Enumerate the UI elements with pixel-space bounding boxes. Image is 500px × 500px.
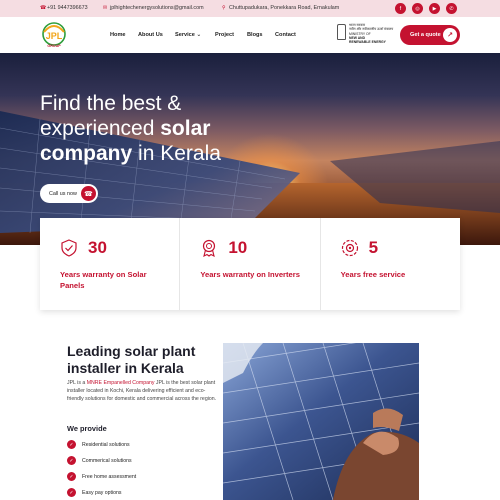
hero-banner: Find the best & experienced solar compan…: [0, 53, 500, 245]
stat-label: Years free service: [340, 270, 406, 279]
stats-cards: 30 Years warranty on Solar Panels 10 Yea…: [40, 218, 460, 310]
email-contact[interactable]: ✉ jplhightechenergysolutions@gmail.com: [103, 5, 204, 11]
mnre-link[interactable]: MNRE: [87, 380, 102, 386]
check-icon: ✓: [67, 456, 76, 465]
provide-item-label: Easy pay options: [82, 489, 122, 496]
phone-icon: ☎: [81, 186, 96, 201]
nav-service[interactable]: Service ⌄: [175, 32, 201, 38]
quote-label: Get a quote: [410, 32, 441, 38]
hero-line-3a: company: [40, 142, 133, 165]
service-gear-icon: [341, 239, 358, 257]
stat-number: 5: [368, 238, 379, 257]
instagram-icon[interactable]: ◎: [412, 3, 423, 14]
top-contact-bar: ☎ +91 9447396673 ✉ jplhightechenergysolu…: [0, 0, 500, 17]
location-icon: ⚲: [222, 5, 226, 11]
whatsapp-icon[interactable]: ✆: [446, 3, 457, 14]
nav-blogs[interactable]: Blogs: [247, 32, 263, 38]
stat-card-service: 5 Years free service: [321, 218, 460, 310]
site-header: JPL GROUP Home About Us Service ⌄ Projec…: [0, 17, 500, 53]
we-provide-heading: We provide: [67, 424, 107, 433]
shield-warranty-icon: [61, 239, 77, 257]
provide-item-label: Commerical solutions: [82, 457, 132, 464]
check-icon: ✓: [67, 488, 76, 497]
medal-icon: [203, 239, 216, 257]
email-address[interactable]: jplhightechenergysolutions@gmail.com: [110, 5, 204, 11]
provide-item: ✓ Commerical solutions: [67, 456, 132, 465]
phone-number[interactable]: +91 9447396673: [47, 5, 88, 11]
about-heading: Leading solar plant installer in Kerala: [67, 343, 196, 376]
nav-about-us[interactable]: About Us: [138, 32, 163, 38]
hero-line-2b: solar: [160, 117, 211, 140]
provide-item-label: Residential solutions: [82, 441, 130, 448]
gov-line-5: RENEWABLE ENERGY: [349, 40, 386, 44]
empanelled-link[interactable]: Empanelled Company: [103, 380, 154, 386]
about-paragraph: JPL is a MNRE Empanelled Company JPL is …: [67, 379, 217, 403]
stat-label: Years warranty on Solar Panels: [60, 270, 147, 290]
mail-icon: ✉: [103, 5, 108, 11]
jpl-logo[interactable]: JPL GROUP: [38, 22, 70, 49]
facebook-icon[interactable]: f: [395, 3, 406, 14]
nav-project[interactable]: Project: [215, 32, 234, 38]
provide-item: ✓ Residential solutions: [67, 440, 130, 449]
check-icon: ✓: [67, 440, 76, 449]
national-emblem-icon: [337, 24, 346, 40]
gov-line-2: नवीन और नवीकरणीय ऊर्जा मंत्रालय: [349, 27, 394, 31]
nav-contact[interactable]: Contact: [275, 32, 296, 38]
provide-item: ✓ Easy pay options: [67, 488, 122, 497]
nav-service-label: Service: [175, 32, 195, 38]
solar-installation-photo: [223, 343, 419, 500]
address-text: Chuttupadukara, Ponekkara Road, Ernakula…: [229, 5, 340, 11]
stat-number: 10: [228, 238, 248, 257]
call-label: Call us now: [49, 190, 77, 197]
hero-headline: Find the best & experienced solar compan…: [40, 91, 280, 166]
address-contact: ⚲ Chuttupadukara, Ponekkara Road, Ernaku…: [222, 5, 339, 11]
arrow-up-right-icon: ↗: [443, 28, 457, 42]
provide-item-label: Free home assessment: [82, 473, 137, 480]
stat-card-inverters: 10 Years warranty on Inverters: [180, 218, 321, 310]
hero-line-3b: in Kerala: [132, 142, 221, 165]
logo-text: JPL: [46, 31, 63, 41]
youtube-icon[interactable]: ▶: [429, 3, 440, 14]
check-icon: ✓: [67, 472, 76, 481]
get-a-quote-button[interactable]: Get a quote ↗: [400, 25, 460, 45]
mnre-ministry-logo: भारत सरकार नवीन और नवीकरणीय ऊर्जा मंत्रा…: [337, 23, 393, 47]
stat-card-panels: 30 Years warranty on Solar Panels: [40, 218, 181, 310]
phone-icon: ☎: [40, 5, 47, 11]
nav-home[interactable]: Home: [110, 32, 126, 38]
logo-subtext: GROUP: [47, 44, 61, 48]
hero-line-1: Find the best &: [40, 92, 182, 115]
phone-contact[interactable]: ☎ +91 9447396673: [40, 5, 88, 11]
stat-label: Years warranty on Inverters: [200, 270, 300, 279]
hero-line-2a: experienced: [40, 117, 161, 140]
provide-item: ✓ Free home assessment: [67, 472, 136, 481]
stat-number: 30: [88, 238, 107, 257]
about-text-pre: JPL is a: [67, 380, 87, 386]
call-us-now-button[interactable]: Call us now ☎: [40, 184, 98, 203]
chevron-down-icon: ⌄: [196, 32, 202, 38]
